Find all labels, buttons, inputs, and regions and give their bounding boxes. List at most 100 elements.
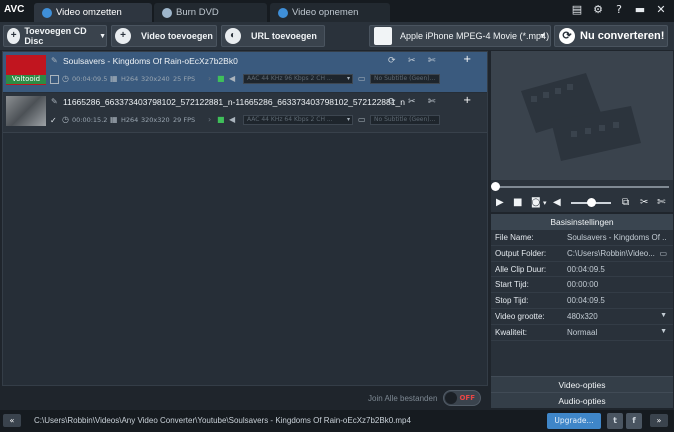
join-all-toggle[interactable]: OFF (443, 390, 481, 406)
volume-icon[interactable]: ◀ (553, 197, 561, 208)
chevron-down-icon: ▼ (99, 32, 106, 40)
expand-icon[interactable]: + (463, 95, 471, 106)
effects-icon[interactable]: ✄ (657, 197, 665, 208)
setting-stop-time[interactable]: Stop Tijd: 00:04:09.5 (491, 293, 673, 309)
file-row[interactable]: ✎ 11665286_663373403798102_572122881_n-1… (3, 93, 487, 133)
setting-value: Soulsavers - Kingdoms Of ... (567, 233, 667, 242)
setting-label: Output Folder: (495, 248, 547, 258)
file-name: Soulsavers - Kingdoms Of Rain-oEcXz7b2Bk… (63, 56, 238, 66)
globe-icon: ◐ (225, 28, 241, 44)
setting-output-folder[interactable]: Output Folder: C:\Users\Robbin\Video... … (491, 246, 673, 262)
minimize-icon[interactable]: ▬ (633, 3, 647, 17)
seek-bar[interactable] (491, 180, 673, 194)
effects-icon[interactable]: ✄ (428, 97, 436, 107)
setting-start-time[interactable]: Start Tijd: 00:00:00 (491, 277, 673, 294)
chevron-down-icon: ▼ (539, 32, 546, 40)
stop-icon[interactable]: ■ (513, 197, 522, 208)
setting-label: Video grootte: (495, 311, 545, 321)
cut-icon[interactable]: ✂ (408, 56, 416, 66)
setting-label: Alle Clip Duur: (495, 264, 547, 274)
effects-icon[interactable]: ✄ (428, 56, 436, 66)
play-icon[interactable]: ▶ (496, 197, 504, 208)
tab-label: Burn DVD (176, 7, 219, 18)
audio-track-select[interactable]: AAC 44 KHz 96 Kbps 2 CH ... ▾ (243, 74, 353, 84)
check-icon[interactable]: ✓ (50, 116, 57, 125)
video-preview (491, 51, 673, 180)
expand-icon[interactable]: + (463, 54, 471, 65)
volume-icon[interactable]: ◀ (229, 115, 235, 124)
video-options-section[interactable]: Video-opties (491, 376, 673, 392)
file-row[interactable]: Voltooid ✎ Soulsavers - Kingdoms Of Rain… (3, 52, 487, 92)
twitter-icon[interactable]: t (607, 413, 623, 429)
seek-handle[interactable] (491, 182, 500, 191)
tab-burn-dvd[interactable]: Burn DVD (154, 3, 267, 22)
audio-track-value: AAC 44 KHz 96 Kbps 2 CH ... (247, 75, 333, 82)
resolution: 320x240 (141, 75, 170, 83)
audio-track-select[interactable]: AAC 44 KHz 64 Kbps 2 CH ... ▾ (243, 115, 353, 125)
setting-value: 00:04:09.5 (567, 296, 605, 306)
register-icon[interactable]: ▤ (570, 3, 584, 17)
file-checkbox[interactable] (50, 75, 59, 84)
chevron-down-icon: ▾ (346, 116, 350, 123)
setting-video-size[interactable]: Video grootte: 480x320 ▼ (491, 309, 673, 325)
add-cd-button[interactable]: + Toevoegen CD Disc ▼ (3, 25, 107, 47)
format-value: Apple iPhone MPEG-4 Movie (*.mp4) (400, 31, 550, 41)
clock-icon: ◷ (62, 74, 69, 83)
codec: H264 (121, 116, 139, 124)
tab-video-omzetten[interactable]: Video omzetten (34, 3, 152, 22)
convert-icon (42, 7, 52, 18)
join-all-label: Join Alle bestanden (368, 394, 438, 403)
duration: 00:00:15.2 (72, 116, 108, 124)
audio-options-section[interactable]: Audio-opties (491, 392, 673, 408)
refresh-icon[interactable]: ⟳ (388, 56, 396, 66)
copy-icon[interactable]: ⧉ (622, 197, 629, 208)
seek-track[interactable] (495, 186, 669, 188)
subtitle-select[interactable]: No Subtitle (Geen)... (370, 115, 440, 125)
settings-panel: Basisinstellingen File Name: Soulsavers … (491, 214, 673, 408)
folder-icon[interactable]: ▭ (659, 249, 667, 258)
convert-now-button[interactable]: ⟳ Nu converteren! (554, 25, 668, 47)
film-icon: ▦ (110, 115, 118, 124)
upgrade-button[interactable]: Upgrade... (547, 413, 601, 429)
close-icon[interactable]: ✕ (654, 3, 668, 17)
volume-icon[interactable]: ◀ (229, 74, 235, 83)
duration: 00:04:09.5 (72, 75, 108, 83)
add-video-button[interactable]: + Video toevoegen (111, 25, 217, 47)
file-name: 11665286_663373403798102_572122881_n-116… (63, 97, 405, 107)
gear-icon[interactable]: ⚙ (591, 3, 605, 17)
cut-icon[interactable]: ✂ (640, 197, 648, 208)
subtitle-icon: ▭ (358, 115, 366, 124)
edit-icon[interactable]: ✎ (51, 56, 58, 65)
setting-label: File Name: (495, 233, 534, 242)
chevron-down-icon: ▼ (660, 311, 667, 319)
help-icon[interactable]: ? (612, 3, 626, 17)
film-icon: + (115, 28, 131, 44)
setting-label: Start Tijd: (495, 280, 529, 290)
add-cd-label: Toevoegen CD Disc (24, 26, 87, 46)
title-bar: AVC Video omzetten Burn DVD Video opneme… (0, 0, 674, 22)
snapshot-icon[interactable]: ◙ (531, 197, 541, 208)
subtitle-value: No Subtitle (Geen)... (374, 116, 436, 123)
edit-icon[interactable]: ✎ (51, 97, 58, 106)
refresh-icon: ⟳ (559, 28, 575, 44)
settings-header[interactable]: Basisinstellingen (491, 214, 673, 230)
cut-icon[interactable]: ✂ (408, 97, 416, 107)
volume-handle[interactable] (587, 198, 596, 207)
setting-quality[interactable]: Kwaliteit: Normaal ▼ (491, 325, 673, 341)
player-controls: ▶ ■ ◙ ▾ ◀ ⧉ ✂ ✄ (491, 194, 673, 212)
video-thumbnail (6, 96, 46, 126)
output-format-select[interactable]: Apple iPhone MPEG-4 Movie (*.mp4) ▼ (369, 25, 551, 47)
fps: 29 FPS (173, 116, 196, 124)
collapse-left-icon[interactable]: « (3, 414, 21, 427)
chevron-down-icon[interactable]: ▾ (543, 199, 547, 207)
refresh-icon[interactable]: ⟳ (388, 97, 396, 107)
setting-file-name[interactable]: File Name: Soulsavers - Kingdoms Of ... (491, 230, 673, 246)
setting-value: Normaal (567, 327, 598, 337)
chevron-right-icon: › (208, 115, 212, 124)
tab-video-opnemen[interactable]: Video opnemen (270, 3, 390, 22)
subtitle-select[interactable]: No Subtitle (Geen)... (370, 74, 440, 84)
window-controls: ▤ ⚙ ? ▬ ✕ (570, 3, 668, 17)
expand-right-icon[interactable]: » (650, 414, 668, 427)
facebook-icon[interactable]: f (626, 413, 642, 429)
add-url-button[interactable]: ◐ URL toevoegen (221, 25, 325, 47)
